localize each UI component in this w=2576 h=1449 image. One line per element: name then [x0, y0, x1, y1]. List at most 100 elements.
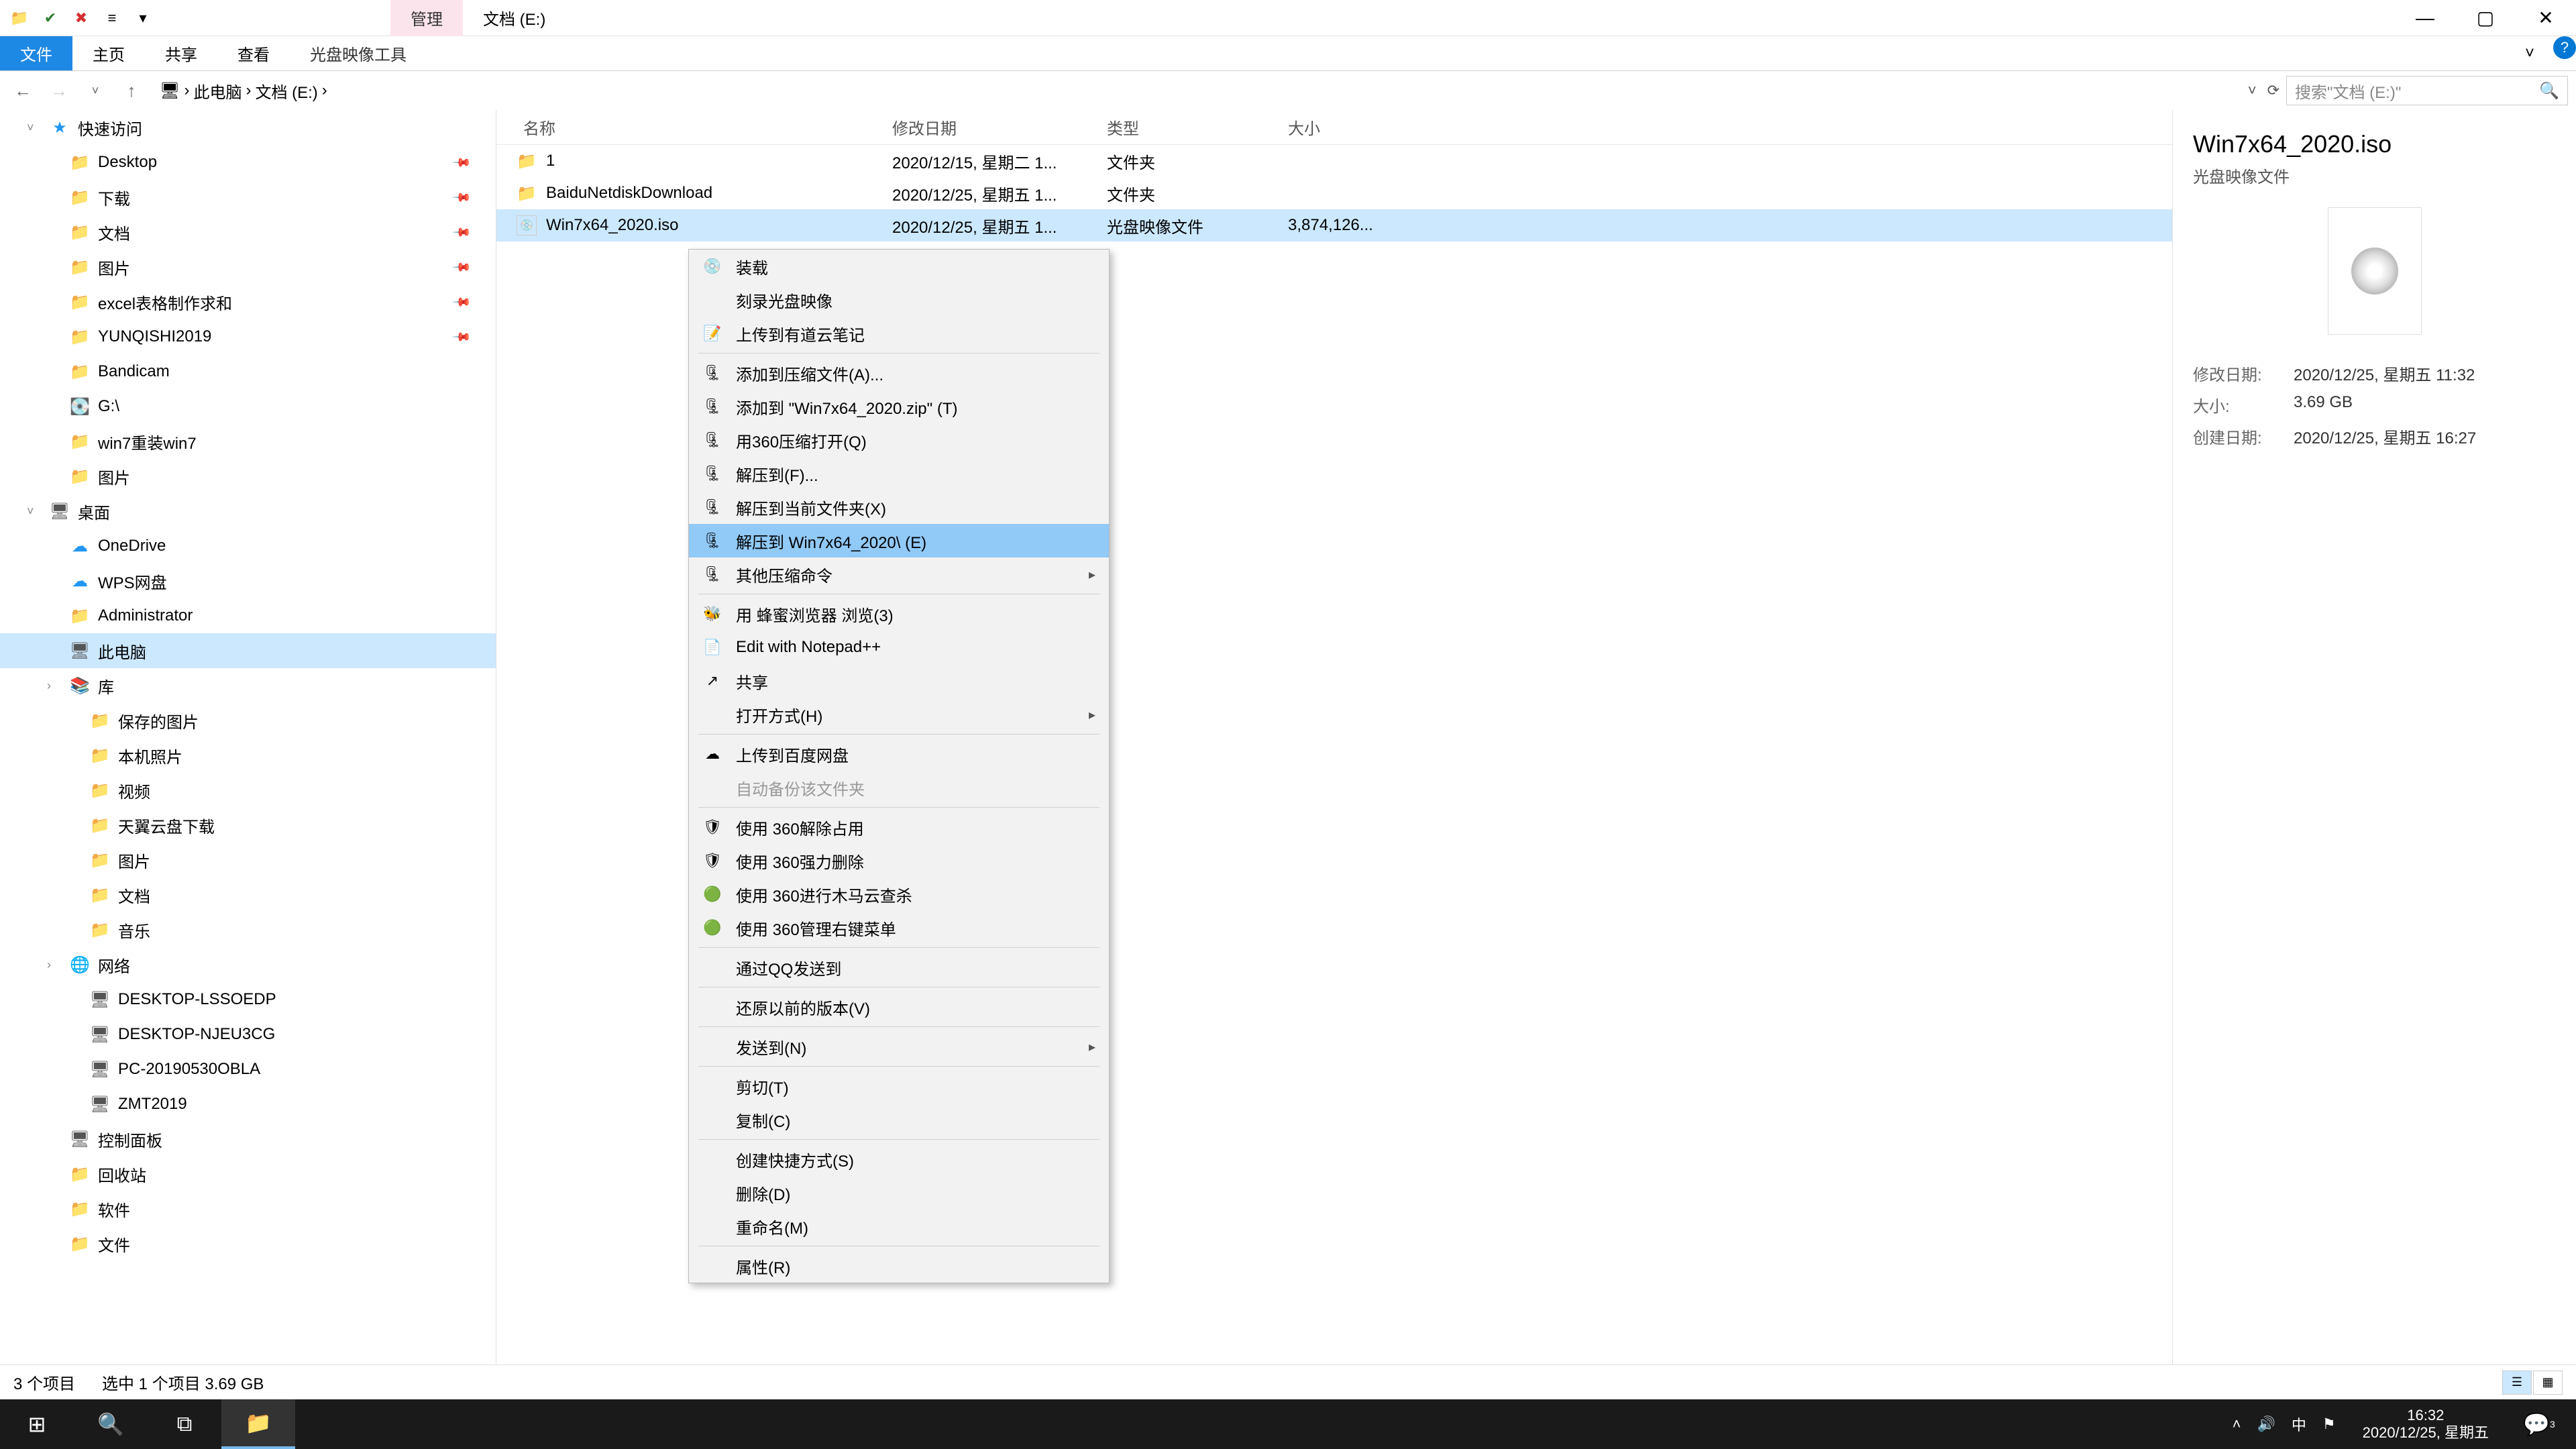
- forward-button[interactable]: →: [44, 76, 74, 105]
- col-name[interactable]: 名称: [496, 115, 892, 139]
- sidebar-item[interactable]: 📁Administrator: [0, 598, 496, 633]
- sidebar-item[interactable]: 📁文档📌: [0, 215, 496, 250]
- sidebar-item[interactable]: 📁保存的图片: [0, 703, 496, 738]
- sidebar-item[interactable]: ˅🖥桌面: [0, 494, 496, 529]
- properties-icon[interactable]: ≡: [101, 7, 123, 30]
- context-menu-item[interactable]: 🗜解压到 Win7x64_2020\ (E): [689, 524, 1109, 557]
- context-menu-item[interactable]: 通过QQ发送到: [689, 951, 1109, 984]
- context-menu-item[interactable]: 🛡使用 360强力删除: [689, 844, 1109, 877]
- ime-icon[interactable]: 中: [2292, 1413, 2306, 1435]
- x-icon[interactable]: ✖: [70, 7, 93, 30]
- task-view-button[interactable]: ⧉: [148, 1399, 221, 1449]
- start-button[interactable]: ⊞: [0, 1399, 74, 1449]
- refresh-icon[interactable]: ⟳: [2267, 82, 2279, 99]
- close-button[interactable]: ✕: [2516, 0, 2576, 36]
- sidebar-item[interactable]: 📁音乐: [0, 912, 496, 947]
- sidebar-item[interactable]: 🖥控制面板: [0, 1122, 496, 1157]
- context-menu-item[interactable]: 发送到(N)▸: [689, 1030, 1109, 1063]
- context-menu-item[interactable]: 属性(R): [689, 1249, 1109, 1283]
- context-menu-item[interactable]: 🗜其他压缩命令▸: [689, 557, 1109, 591]
- col-size[interactable]: 大小: [1288, 115, 1442, 139]
- file-explorer-taskbar-icon[interactable]: 📁: [221, 1399, 295, 1449]
- ribbon-disc-tools[interactable]: 光盘映像工具: [290, 36, 427, 70]
- dropdown-icon[interactable]: ˅: [2248, 82, 2257, 99]
- minimize-button[interactable]: —: [2395, 0, 2455, 36]
- context-menu-item[interactable]: 剪切(T): [689, 1069, 1109, 1103]
- sidebar-item[interactable]: 📁文件: [0, 1226, 496, 1261]
- sidebar-item[interactable]: 📁Bandicam: [0, 354, 496, 389]
- context-menu-item[interactable]: 打开方式(H)▸: [689, 698, 1109, 731]
- ribbon-home[interactable]: 主页: [72, 36, 145, 70]
- context-menu-item[interactable]: 创建快捷方式(S): [689, 1142, 1109, 1176]
- file-row[interactable]: 📁12020/12/15, 星期二 1...文件夹: [496, 145, 2172, 177]
- folder-icon[interactable]: 📁: [8, 7, 31, 30]
- context-menu-item[interactable]: 🟢使用 360进行木马云查杀: [689, 877, 1109, 911]
- dropdown-icon[interactable]: ▾: [131, 7, 154, 30]
- crumb-drive[interactable]: 文档 (E:): [255, 79, 317, 103]
- sidebar-item[interactable]: ˅★快速访问: [0, 110, 496, 145]
- up-button[interactable]: ↑: [117, 76, 146, 105]
- action-center-icon[interactable]: 💬3: [2502, 1399, 2576, 1449]
- sidebar-item[interactable]: ›🌐网络: [0, 947, 496, 982]
- file-row[interactable]: 💿Win7x64_2020.iso2020/12/25, 星期五 1...光盘映…: [496, 209, 2172, 241]
- sidebar-item[interactable]: 📁本机照片: [0, 738, 496, 773]
- sidebar-item[interactable]: 📁下载📌: [0, 180, 496, 215]
- sidebar-item[interactable]: 🖥DESKTOP-NJEU3CG: [0, 1017, 496, 1052]
- back-button[interactable]: ←: [8, 76, 38, 105]
- context-menu-item[interactable]: 🟢使用 360管理右键菜单: [689, 911, 1109, 945]
- sidebar-item[interactable]: 🖥DESKTOP-LSSOEDP: [0, 982, 496, 1017]
- sidebar-item[interactable]: 🖥PC-20190530OBLA: [0, 1052, 496, 1087]
- file-row[interactable]: 📁BaiduNetdiskDownload2020/12/25, 星期五 1..…: [496, 177, 2172, 209]
- sidebar-item[interactable]: 📁图片📌: [0, 250, 496, 284]
- context-menu-item[interactable]: 📄Edit with Notepad++: [689, 631, 1109, 664]
- context-menu-item[interactable]: ↗共享: [689, 664, 1109, 698]
- volume-icon[interactable]: 🔊: [2257, 1415, 2275, 1433]
- ribbon-collapse-icon[interactable]: ˅: [2513, 36, 2546, 70]
- context-menu-item[interactable]: 🗜用360压缩打开(Q): [689, 423, 1109, 457]
- ribbon-view[interactable]: 查看: [217, 36, 290, 70]
- context-menu-item[interactable]: 重命名(M): [689, 1210, 1109, 1243]
- sidebar-item[interactable]: 💽G:\: [0, 389, 496, 424]
- crumb-this-pc[interactable]: 此电脑: [193, 79, 241, 103]
- sidebar-item[interactable]: 📁图片: [0, 843, 496, 877]
- sidebar-item[interactable]: 📁回收站: [0, 1157, 496, 1191]
- sidebar-item[interactable]: 📁软件: [0, 1191, 496, 1226]
- context-menu-item[interactable]: 💿装载: [689, 250, 1109, 283]
- context-menu-item[interactable]: 🗜解压到(F)...: [689, 457, 1109, 490]
- context-menu-item[interactable]: 🗜解压到当前文件夹(X): [689, 490, 1109, 524]
- context-menu-item[interactable]: ☁上传到百度网盘: [689, 737, 1109, 771]
- breadcrumb[interactable]: 🖥 › 此电脑 › 文档 (E:) ›: [153, 76, 334, 105]
- search-button[interactable]: 🔍: [74, 1399, 148, 1449]
- sidebar-item[interactable]: 📁excel表格制作求和📌: [0, 284, 496, 319]
- sidebar-item[interactable]: 🖥ZMT2019: [0, 1087, 496, 1122]
- sidebar-item[interactable]: 🖥此电脑: [0, 633, 496, 668]
- tray-up-icon[interactable]: ˄: [2233, 1415, 2241, 1433]
- sidebar-item[interactable]: 📁文档: [0, 877, 496, 912]
- tab-manage[interactable]: 管理: [390, 0, 463, 36]
- view-details-icon[interactable]: ☰: [2502, 1371, 2532, 1395]
- recent-dropdown-icon[interactable]: ˅: [80, 76, 110, 105]
- context-menu-item[interactable]: 还原以前的版本(V): [689, 990, 1109, 1024]
- sidebar-item[interactable]: ☁OneDrive: [0, 529, 496, 564]
- sidebar-item[interactable]: 📁天翼云盘下载: [0, 808, 496, 843]
- sidebar-item[interactable]: 📁图片: [0, 459, 496, 494]
- sidebar-item[interactable]: ☁WPS网盘: [0, 564, 496, 598]
- col-type[interactable]: 类型: [1107, 115, 1288, 139]
- sidebar-item[interactable]: 📁win7重装win7: [0, 424, 496, 459]
- context-menu-item[interactable]: 🛡使用 360解除占用: [689, 810, 1109, 844]
- check-icon[interactable]: ✔: [39, 7, 62, 30]
- context-menu-item[interactable]: 删除(D): [689, 1176, 1109, 1210]
- taskbar-clock[interactable]: 16:32 2020/12/25, 星期五: [2349, 1407, 2502, 1442]
- search-input[interactable]: 搜索"文档 (E:)" 🔍: [2286, 76, 2568, 105]
- context-menu-item[interactable]: 复制(C): [689, 1103, 1109, 1136]
- context-menu-item[interactable]: 📝上传到有道云笔记: [689, 317, 1109, 350]
- ribbon-share[interactable]: 共享: [145, 36, 217, 70]
- context-menu-item[interactable]: 🗜添加到 "Win7x64_2020.zip" (T): [689, 390, 1109, 423]
- context-menu-item[interactable]: 刻录光盘映像: [689, 283, 1109, 317]
- sidebar-item[interactable]: 📁Desktop📌: [0, 145, 496, 180]
- sidebar-item[interactable]: 📁视频: [0, 773, 496, 808]
- context-menu-item[interactable]: 🗜添加到压缩文件(A)...: [689, 356, 1109, 390]
- ribbon-file[interactable]: 文件: [0, 36, 72, 70]
- sidebar-item[interactable]: ›📚库: [0, 668, 496, 703]
- col-date[interactable]: 修改日期: [892, 115, 1107, 139]
